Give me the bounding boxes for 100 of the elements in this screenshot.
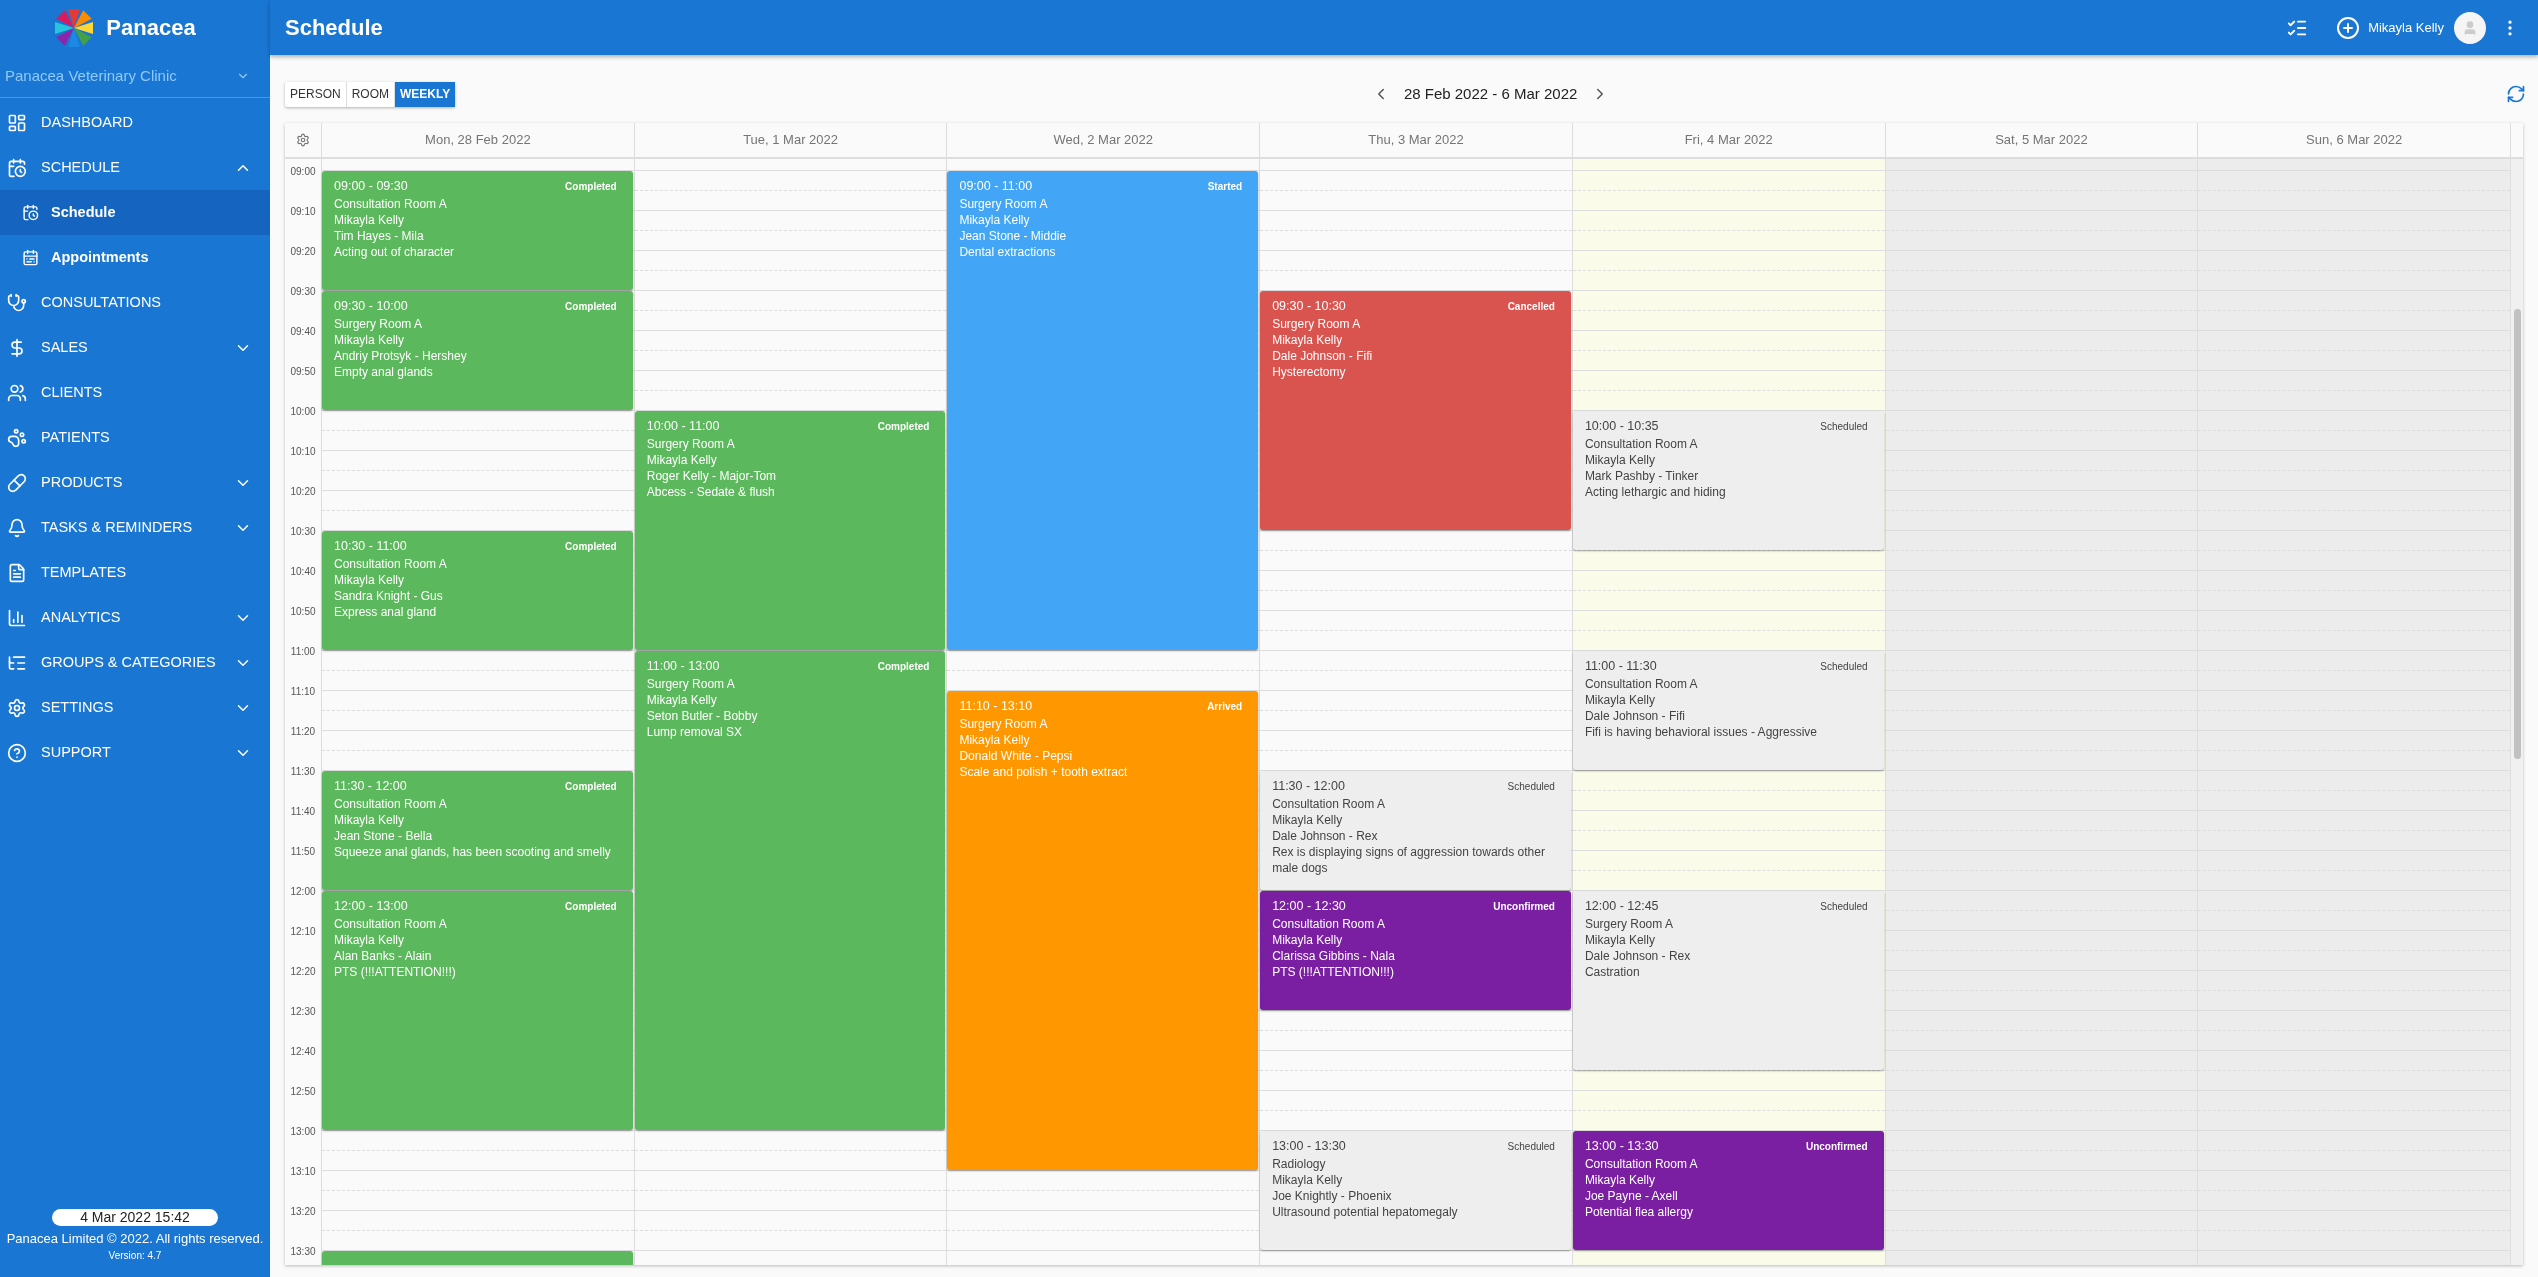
appointment-detail: Mikayla Kelly [1584,931,1656,948]
appointment-detail: Joe Knightly - Phoenix [1272,1187,1393,1204]
appointment-detail: Surgery Room A [646,675,736,692]
appointment-time: 11:00 - 13:00 [646,658,720,675]
appointment-time: 10:00 - 10:35 [1584,418,1659,435]
paw-icon [7,427,27,448]
sidebar-item[interactable]: SCHEDULE [0,145,270,190]
time-label: 10:50 [289,605,317,619]
appointment-card[interactable]: 09:00 - 11:00 Started Surgery Room A Mikayla Kelly Jean Stone - Middie Dental extractions [947,171,1259,650]
version-text: Version: 4.7 [108,1249,162,1263]
day-header: Tue, 1 Mar 2022 [634,123,948,157]
current-datetime: 4 Mar 2022 15:42 [52,1208,218,1226]
add-circle-icon[interactable] [2336,15,2361,40]
sidebar-item[interactable]: TEMPLATES [0,550,270,595]
appointment-card[interactable]: 10:00 - 10:35 Scheduled Consultation Room A Mikayla Kelly Mark Pashby - Tinker Acting lethargic and hiding [1572,411,1884,550]
document-icon [7,562,27,583]
user-avatar[interactable] [2454,11,2486,44]
appointment-detail: Roger Kelly - Major-Tom [646,467,778,484]
appointment-detail: Squeeze anal glands, has been scooting and smelly [334,843,612,860]
appointment-detail: Surgery Room A [959,195,1049,212]
sidebar-item[interactable]: CLIENTS [0,370,270,415]
appointment-detail: Fifi is having behavioral issues - Aggressive [1584,723,1818,740]
settings-icon[interactable] [296,133,310,147]
sidebar-subitem[interactable]: Schedule [0,190,270,235]
appointment-time: 12:00 - 12:30 [1272,898,1346,915]
appointment-detail: Ultrasound potential hepatomegaly [1272,1203,1459,1220]
appointment-detail: Dale Johnson - Fifi [1584,707,1686,724]
view-tab[interactable]: WEEKLY [395,81,456,107]
appointment-detail: Consultation Room A [1272,915,1386,932]
clinic-select[interactable]: Panacea Veterinary Clinic [0,55,270,98]
sidebar-item[interactable]: CONSULTATIONS [0,280,270,325]
appointment-card[interactable]: 11:30 - 12:00 Completed Consultation Room A Mikayla Kelly Jean Stone - Bella Squeeze anal glands, has been scooting and smelly [322,771,633,890]
appointment-detail: Consultation Room A [1584,675,1699,692]
appointment-card[interactable]: 12:00 - 12:30 Unconfirmed Consultation Room A Mikayla Kelly Clarissa Gibbins - Nala PTS (!!!ATTENTION!!!) [1260,891,1571,1010]
time-label: 09:20 [289,245,317,259]
appointment-detail: Joe Payne - Axell [1584,1187,1679,1204]
time-label: 09:30 [289,285,317,299]
sidebar-item[interactable]: ANALYTICS [0,595,270,640]
appointment-detail: Lump removal SX [646,723,744,740]
day-header: Fri, 4 Mar 2022 [1572,123,1886,157]
appointment-status: Completed [565,179,617,194]
appointment-card[interactable]: 10:00 - 11:00 Completed Surgery Room A Mikayla Kelly Roger Kelly - Major-Tom Abcess - Sedate & flush [634,411,946,650]
scrollbar-thumb[interactable] [2513,309,2521,759]
sidebar-item[interactable]: SALES [0,325,270,370]
appointment-card[interactable]: 13:00 - 13:30 Scheduled Radiology Mikayla Kelly Joe Knightly - Phoenix Ultrasound potential hepatomegaly [1260,1131,1571,1250]
appointment-status: Completed [877,419,930,434]
time-label: 10:10 [289,445,317,459]
stethoscope-icon [7,292,27,313]
appointment-detail: Surgery Room A [1272,315,1362,332]
appointment-detail: Mikayla Kelly [959,731,1031,748]
sidebar-item[interactable]: PRODUCTS [0,460,270,505]
time-label: 11:20 [289,725,317,739]
appointment-detail: Consultation Room A [334,915,448,932]
appointment-detail: Mikayla Kelly [1272,331,1344,348]
sidebar-item[interactable]: SETTINGS [0,685,270,730]
sidebar-item[interactable]: DASHBOARD [0,100,270,145]
appointment-detail: Consultation Room A [334,195,448,212]
day-header: Thu, 3 Mar 2022 [1260,123,1573,157]
appointment-card[interactable]: 11:30 - 12:00 Scheduled Consultation Room A Mikayla Kelly Dale Johnson - Rex Rex is displaying signs of aggression towards other male dogs [1260,771,1571,890]
appointment-detail: Surgery Room A [334,315,424,332]
appointment-detail: Consultation Room A [334,555,448,572]
appointment-card[interactable]: 12:00 - 13:00 Completed Consultation Room A Mikayla Kelly Alan Banks - Alain PTS (!!!ATTENTION!!!) [322,891,633,1130]
appointment-time: 09:30 - 10:30 [1272,298,1346,315]
appointment-detail: Consultation Room A [1272,795,1386,812]
appointment-detail: Consultation Room A [1584,1155,1699,1172]
appointment-card[interactable]: 10:30 - 11:00 Completed Consultation Room A Mikayla Kelly Sandra Knight - Gus Express anal gland [322,531,633,650]
user-name[interactable]: Mikayla Kelly [2368,17,2444,38]
sidebar-item[interactable]: PATIENTS [0,415,270,460]
appointment-detail: Sandra Knight - Gus [334,587,444,604]
appointment-card[interactable]: 09:00 - 09:30 Completed Consultation Room A Mikayla Kelly Tim Hayes - Mila Acting out of character [322,171,633,290]
sidebar-item[interactable]: GROUPS & CATEGORIES [0,640,270,685]
time-label: 11:10 [289,685,317,699]
appointment-detail: Mikayla Kelly [1272,931,1344,948]
time-label: 13:00 [289,1125,317,1139]
appointment-detail: Dental extractions [959,243,1057,260]
appointment-detail: Potential flea allergy [1584,1203,1694,1220]
appointment-card[interactable]: 11:00 - 11:30 Scheduled Consultation Room A Mikayla Kelly Dale Johnson - Fifi Fifi is having behavioral issues - Aggressive [1572,651,1884,770]
sidebar-item[interactable]: SUPPORT [0,730,270,775]
appointment-detail: Dale Johnson - Fifi [1272,347,1374,364]
sidebar-subitem[interactable]: Appointments [0,235,270,280]
time-label: 11:00 [289,645,317,659]
appointment-status: Arrived [1207,699,1243,714]
appointment-status: Completed [877,659,930,674]
appointment-card[interactable]: 12:00 - 12:45 Scheduled Surgery Room A Mikayla Kelly Dale Johnson - Rex Castration [1572,891,1884,1070]
appointment-detail: Empty anal glands [334,363,434,380]
sidebar-item[interactable]: TASKS & REMINDERS [0,505,270,550]
appointment-card[interactable]: 09:30 - 10:00 Completed Surgery Room A Mikayla Kelly Andriy Protsyk - Hershey Empty anal glands [322,291,633,410]
appointment-status: Scheduled [1820,419,1868,434]
appointment-status: Completed [565,299,617,314]
appointment-card[interactable]: 13:00 - 13:30 Unconfirmed Consultation Room A Mikayla Kelly Joe Payne - Axell Potential flea allergy [1572,1131,1884,1250]
refresh-icon[interactable] [2506,84,2526,104]
appointment-detail: Mikayla Kelly [646,451,718,468]
appointment-time: 10:30 - 11:00 [334,538,407,555]
appointment-card[interactable]: 09:30 - 10:30 Cancelled Surgery Room A Mikayla Kelly Dale Johnson - Fifi Hysterectomy [1260,291,1571,530]
appointment-detail: Mikayla Kelly [334,211,406,228]
time-label: 13:20 [289,1205,317,1219]
view-tab[interactable]: PERSON [285,81,347,107]
appointment-time: 11:30 - 12:00 [1272,778,1345,795]
appointment-card[interactable]: 11:00 - 13:00 Completed Surgery Room A Mikayla Kelly Seton Butler - Bobby Lump removal SX [634,651,946,1130]
appointment-time: 12:00 - 13:00 [334,898,408,915]
